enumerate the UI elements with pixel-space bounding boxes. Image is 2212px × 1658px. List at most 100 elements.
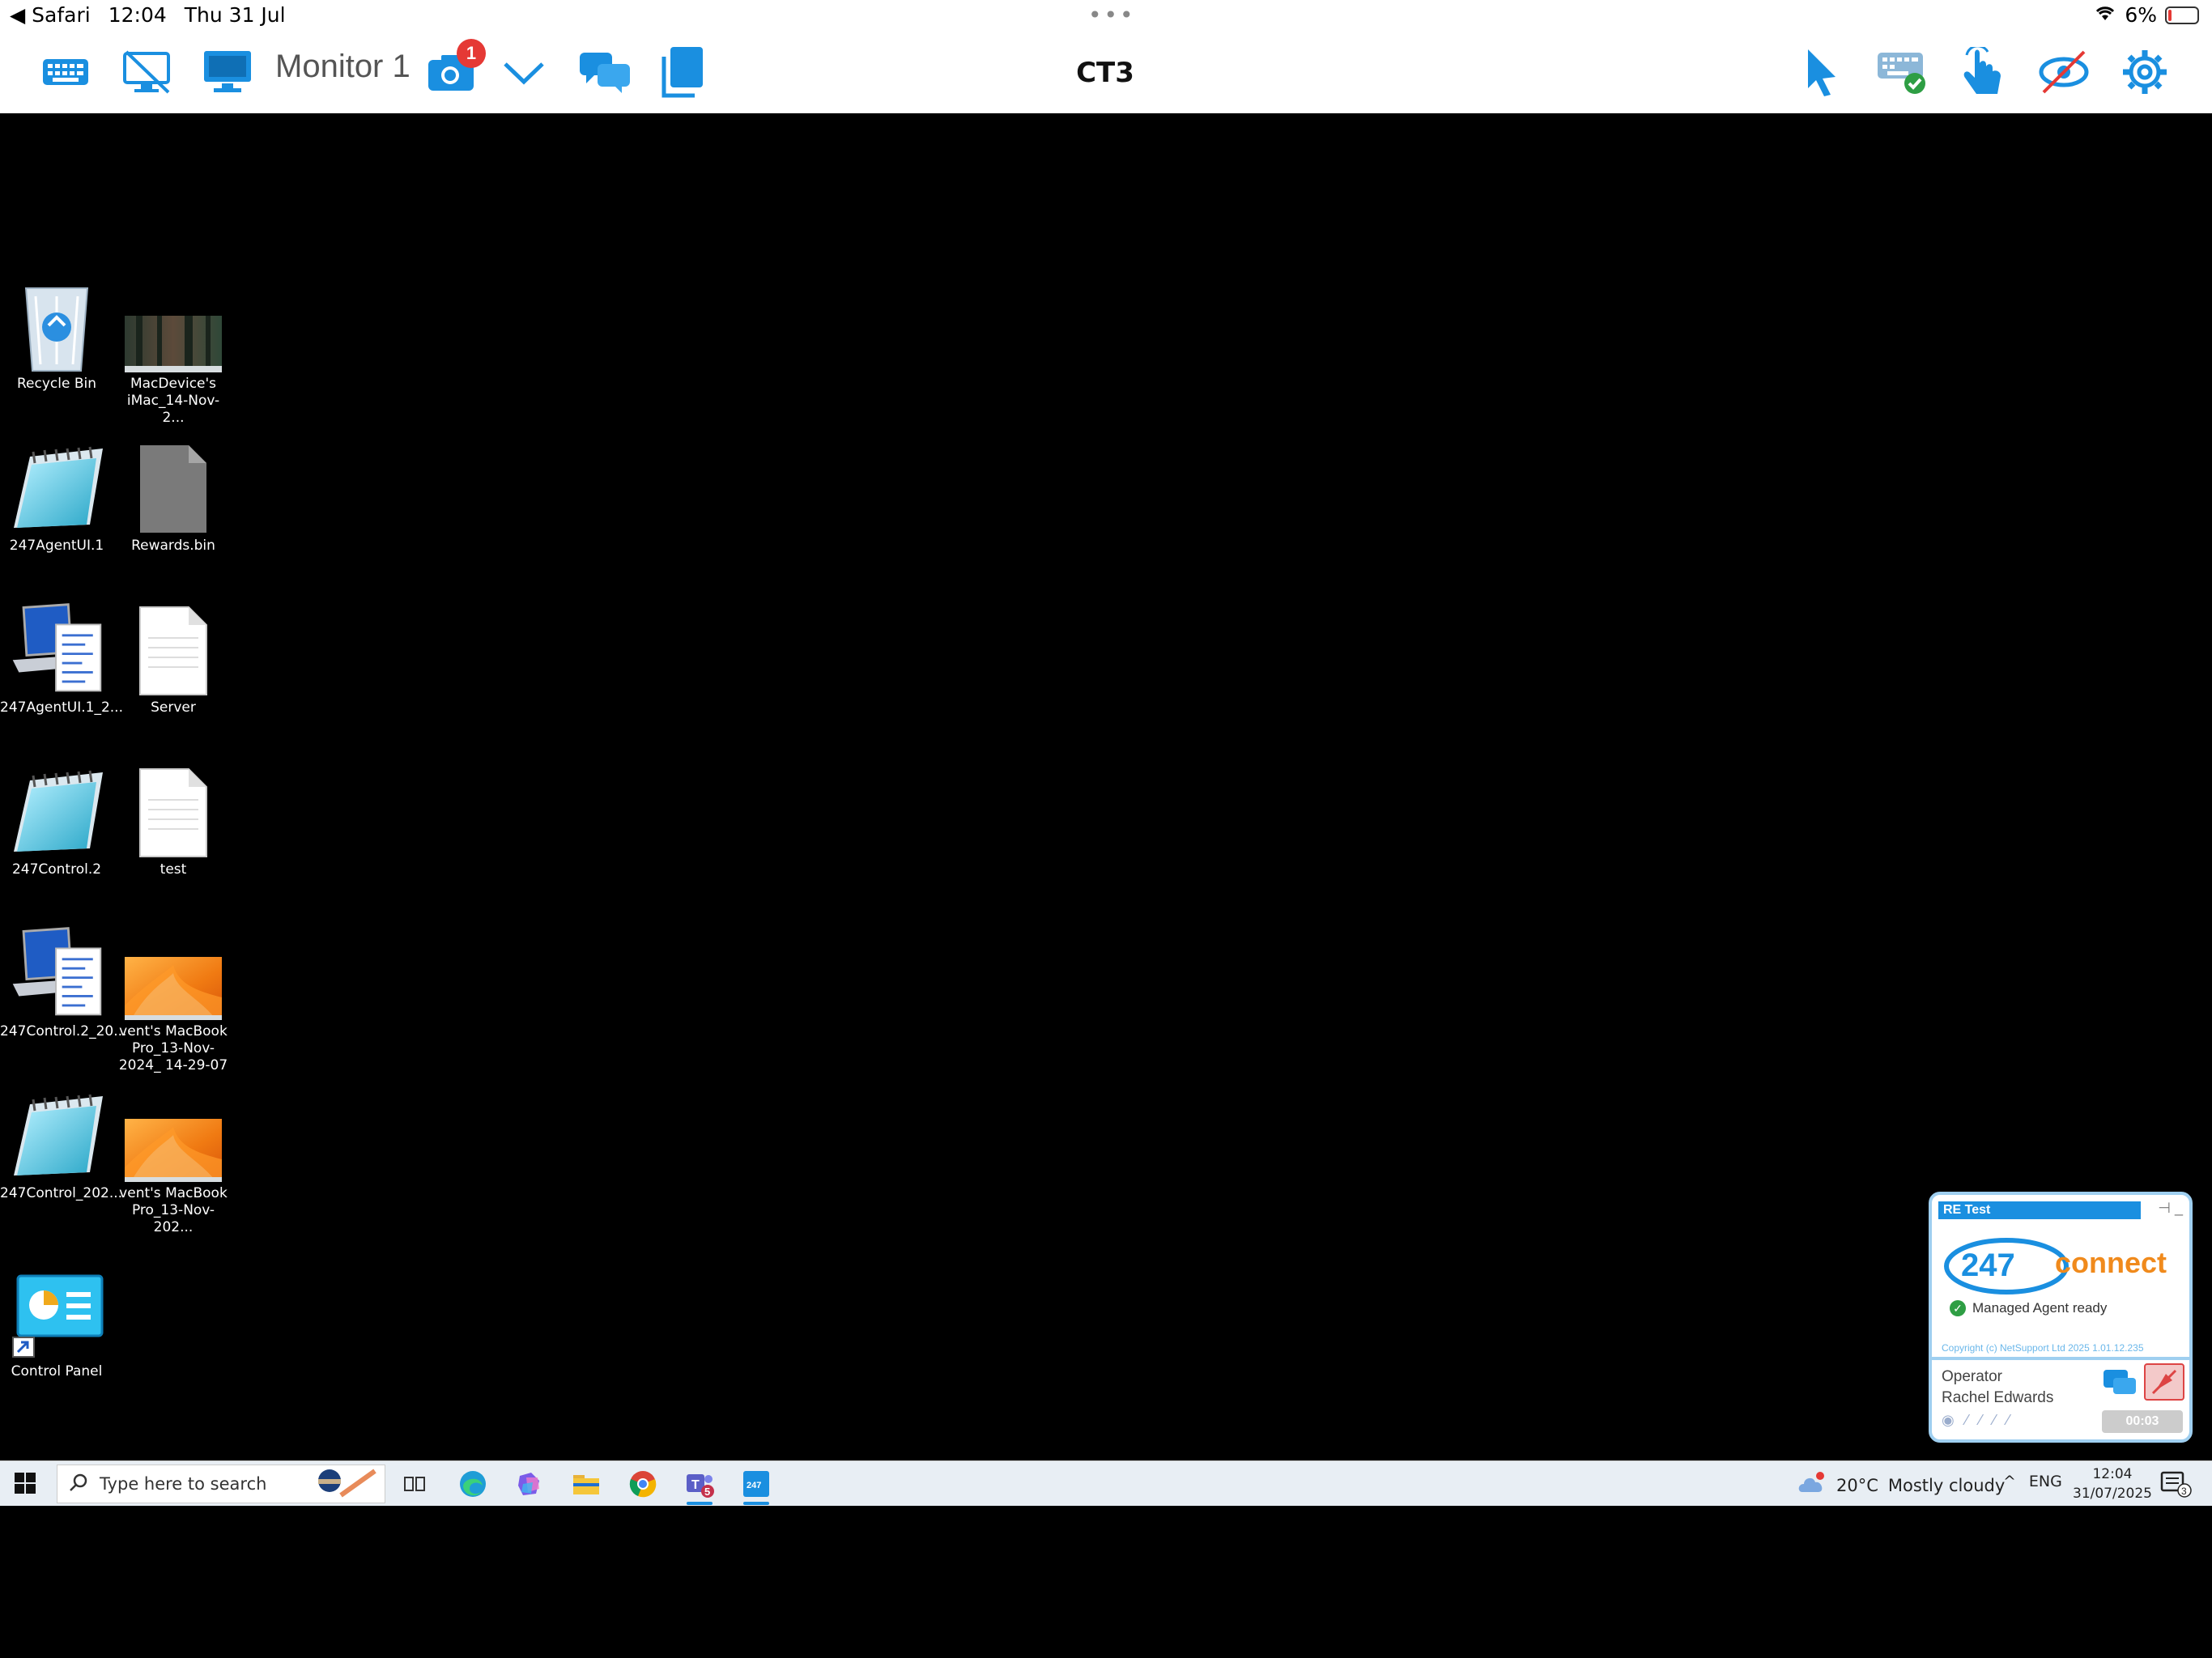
widget-disconnect-button[interactable] <box>2144 1363 2184 1401</box>
widget-tools: ◉ ⁄ ⁄ ⁄ ⁄ <box>1942 1412 2010 1429</box>
247connect-logo: 247 connect <box>1943 1231 2186 1295</box>
desktop-icon-247agentui[interactable]: 247AgentUI.1 <box>0 437 113 555</box>
widget-divider <box>1932 1357 2189 1360</box>
pointer-icon[interactable] <box>1793 44 1849 100</box>
desktop-icon-247control2[interactable]: 247Control.2 <box>0 761 113 878</box>
notification-count: 3 <box>2181 1486 2187 1497</box>
keyboard-connected-icon[interactable] <box>1874 44 1930 100</box>
notification-center-icon[interactable]: 3 <box>2160 1471 2193 1503</box>
system-tray: ^ ENG <box>2003 1473 2062 1490</box>
monitor-selector[interactable]: Monitor 1 <box>275 49 410 85</box>
chat-icon[interactable] <box>576 44 633 100</box>
desktop-icon-label: test <box>160 861 187 878</box>
taskbar-search[interactable]: Type here to search <box>57 1465 385 1503</box>
computer-document-icon <box>8 923 105 1020</box>
pin-icon[interactable]: ⊣ <box>2158 1200 2171 1216</box>
copyright-text: Copyright (c) NetSupport Ltd 2025 1.01.1… <box>1942 1342 2144 1354</box>
windows-start-icon[interactable] <box>15 1473 36 1498</box>
agent-status-text: Managed Agent ready <box>1972 1300 2108 1316</box>
clipboard-copy-icon[interactable] <box>654 44 711 100</box>
desktop-icon-label: 247Control.2 <box>11 861 102 878</box>
minimize-icon[interactable]: _ <box>2175 1200 2183 1216</box>
edge-browser-icon[interactable] <box>453 1466 492 1502</box>
tools-icon[interactable]: ⁄ <box>1993 1412 1996 1429</box>
session-timer: 00:03 <box>2102 1410 2183 1433</box>
ios-status-bar: ◀ Safari 12:04 Thu 31 Jul ••• 6% <box>0 0 2212 32</box>
logo-number: 247 <box>1961 1248 2015 1283</box>
notepad-icon <box>8 761 105 858</box>
touch-icon[interactable] <box>1955 44 2011 100</box>
blank-screen-icon[interactable] <box>118 44 175 100</box>
agent-status: ✓ Managed Agent ready <box>1950 1300 2107 1316</box>
widget-controls: ⊣ _ <box>2158 1200 2183 1217</box>
screen: ◀ Safari 12:04 Thu 31 Jul ••• 6% Monitor… <box>0 0 2212 1658</box>
svg-text:T: T <box>691 1478 700 1492</box>
clock-date: 31/07/2025 <box>2073 1486 2152 1502</box>
file-icon <box>125 599 222 696</box>
view-icon[interactable]: ◉ <box>1942 1412 1955 1429</box>
desktop-icon-macbook-screenshot-1[interactable]: vent's MacBook Pro_13-Nov-2024_ 14-29-07 <box>117 923 230 1074</box>
image-thumbnail-icon <box>125 1085 222 1182</box>
clock-time: 12:04 <box>2092 1466 2133 1482</box>
control-panel-icon <box>8 1263 105 1360</box>
image-thumbnail-icon <box>125 275 222 372</box>
chrome-icon[interactable] <box>623 1466 662 1502</box>
wifi-icon <box>2094 3 2116 27</box>
remote-icon[interactable]: ⁄ <box>2007 1412 2010 1429</box>
windows-taskbar: Type here to search T5 247 20°C Mostly c… <box>0 1460 2212 1506</box>
weather-temperature: 20°C <box>1836 1475 1878 1495</box>
desktop-icon-test[interactable]: test <box>117 761 230 878</box>
settings-gear-icon[interactable] <box>2116 44 2173 100</box>
weather-widget[interactable]: 20°C Mostly cloudy <box>1797 1471 2005 1499</box>
check-circle-icon: ✓ <box>1950 1300 1966 1316</box>
agent-widget: RE Test ⊣ _ 247 connect ✓ Managed Agent … <box>1929 1192 2193 1443</box>
desktop-icon-label: Control Panel <box>11 1363 103 1380</box>
status-date: Thu 31 Jul <box>184 3 286 27</box>
recycle-bin-icon <box>8 275 105 372</box>
widget-chat-icon[interactable] <box>2102 1368 2138 1403</box>
desktop-icon-rewards-bin[interactable]: Rewards.bin <box>117 437 230 555</box>
hide-view-icon[interactable] <box>2035 44 2092 100</box>
taskbar-clock[interactable]: 12:04 31/07/2025 <box>2073 1465 2152 1503</box>
svg-text:247: 247 <box>747 1481 761 1490</box>
desktop-icon-label: vent's MacBook Pro_13-Nov-2024_ 14-29-07 <box>118 1023 228 1073</box>
desktop-icon-247control-dated[interactable]: 247Control_202... <box>0 1085 123 1202</box>
file-explorer-icon[interactable] <box>567 1466 606 1502</box>
camera-icon[interactable]: 1 <box>423 39 486 100</box>
desktop-icon-label: 247Control_202... <box>0 1185 123 1201</box>
chevron-down-icon[interactable] <box>496 44 552 100</box>
computer-name-title: CT3 <box>1076 57 1134 89</box>
notepad-icon <box>8 437 105 534</box>
operator-label: Operator <box>1942 1368 2002 1385</box>
camera-count-badge: 1 <box>457 39 486 68</box>
teams-badge: 5 <box>704 1486 710 1498</box>
desktop-icon-control-panel[interactable]: Control Panel <box>0 1263 113 1380</box>
status-time: 12:04 <box>108 3 167 27</box>
monitor-icon[interactable] <box>199 44 256 100</box>
language-indicator[interactable]: ENG <box>2029 1473 2062 1490</box>
control-icon[interactable]: ⁄ <box>1966 1412 1968 1429</box>
desktop-icon-server[interactable]: Server <box>117 599 230 716</box>
image-thumbnail-icon <box>125 923 222 1020</box>
teams-icon[interactable]: T5 <box>680 1466 719 1505</box>
copilot-icon[interactable] <box>510 1466 549 1502</box>
desktop-icon-247agentui-log[interactable]: 247AgentUI.1_2... <box>0 599 123 716</box>
desktop-icon-label: 247Control.2_20... <box>0 1023 127 1039</box>
search-placeholder: Type here to search <box>100 1474 267 1494</box>
multitasking-dots[interactable]: ••• <box>1088 2 1136 28</box>
back-to-safari-link[interactable]: ◀ Safari <box>10 3 91 27</box>
file-transfer-icon[interactable]: ⁄ <box>1980 1412 1982 1429</box>
weather-description: Mostly cloudy <box>1887 1475 2006 1495</box>
desktop-icon-recycle-bin[interactable]: Recycle Bin <box>0 275 113 393</box>
task-view-icon[interactable] <box>395 1466 434 1502</box>
cloudy-weather-icon <box>1797 1471 1827 1499</box>
desktop-icon-label: Server <box>151 699 196 716</box>
notepad-icon <box>8 1085 105 1182</box>
remote-desktop[interactable]: Recycle Bin 247AgentUI.1 247AgentUI.1_2.… <box>0 113 2212 1460</box>
desktop-icon-macdevice-screenshot[interactable]: MacDevice's iMac_14-Nov-2... <box>117 275 230 427</box>
keyboard-icon[interactable] <box>37 44 94 100</box>
tray-chevron-up-icon[interactable]: ^ <box>2003 1473 2016 1490</box>
desktop-icon-247control2-log[interactable]: 247Control.2_20... <box>0 923 127 1040</box>
247connect-taskbar-icon[interactable]: 247 <box>737 1466 776 1505</box>
desktop-icon-macbook-screenshot-2[interactable]: vent's MacBook Pro_13-Nov-202... <box>117 1085 230 1236</box>
